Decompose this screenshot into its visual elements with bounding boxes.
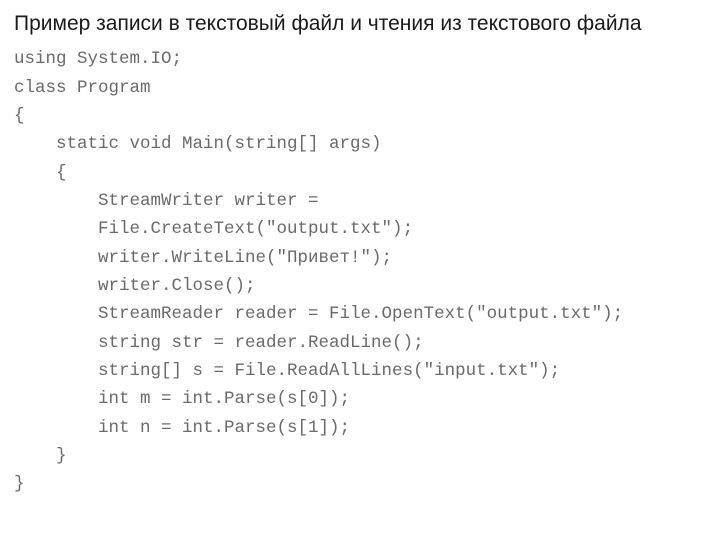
code-line: string str = reader.ReadLine(); xyxy=(14,333,424,353)
code-line: { xyxy=(14,163,67,183)
code-line: int n = int.Parse(s[1]); xyxy=(14,418,350,438)
code-line: using System.IO; xyxy=(14,49,182,69)
code-line: } xyxy=(14,474,25,494)
code-line: int m = int.Parse(s[0]); xyxy=(14,389,350,409)
code-line: class Program xyxy=(14,78,151,98)
code-line: writer.WriteLine("Привет!"); xyxy=(14,248,392,268)
code-line: { xyxy=(14,106,25,126)
code-line: StreamWriter writer = xyxy=(14,191,319,211)
code-line: StreamReader reader = File.OpenText("out… xyxy=(14,304,623,324)
code-line: string[] s = File.ReadAllLines("input.tx… xyxy=(14,361,560,381)
slide-title: Пример записи в текстовый файл и чтения … xyxy=(14,10,706,37)
code-line: } xyxy=(14,446,67,466)
code-block: using System.IO; class Program { static … xyxy=(14,45,706,499)
code-line: static void Main(string[] args) xyxy=(14,134,382,154)
code-line: File.CreateText("output.txt"); xyxy=(14,219,413,239)
code-line: writer.Close(); xyxy=(14,276,256,296)
